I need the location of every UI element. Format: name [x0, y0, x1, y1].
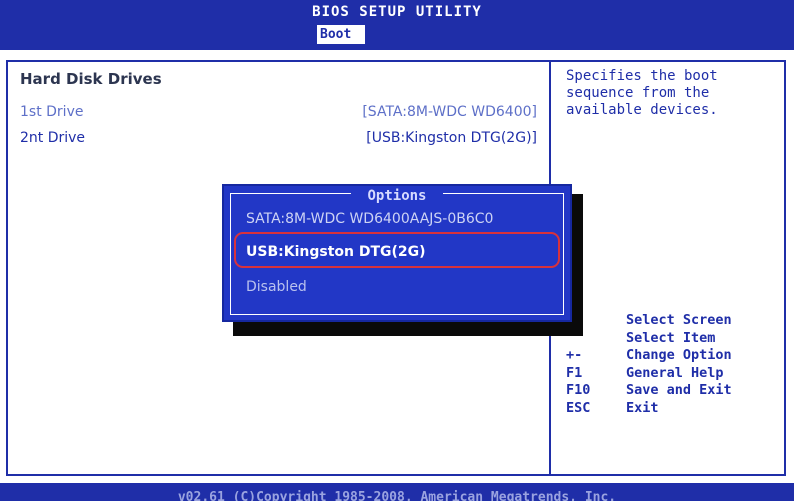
key-description: Select Screen [626, 312, 732, 328]
key-row-general-help: F1 General Help [566, 365, 781, 383]
options-popup-title: Options [224, 185, 570, 204]
help-text: Specifies the boot sequence from the ava… [566, 68, 718, 118]
key-row-exit: ESC Exit [566, 400, 781, 418]
key-legend: Select Screen Select Item +- Change Opti… [566, 312, 781, 417]
key-row-select-item: Select Item [566, 330, 781, 348]
key-description: Save and Exit [626, 382, 732, 398]
key-description: Exit [626, 399, 659, 416]
options-title-text: Options [351, 188, 443, 204]
second-drive-value[interactable]: [USB:Kingston DTG(2G)] [366, 130, 537, 146]
key-label: F1 [566, 364, 583, 381]
title-bar: BIOS SETUP UTILITY Boot [0, 0, 794, 50]
key-label: +- [566, 347, 583, 363]
key-label: ESC [566, 399, 591, 416]
key-row-save-exit: F10 Save and Exit [566, 382, 781, 400]
copyright-footer: v02.61 (C)Copyright 1985-2008, American … [0, 483, 794, 501]
second-drive-label[interactable]: 2nt Drive [20, 130, 85, 146]
key-label: F10 [566, 382, 591, 398]
key-description: General Help [626, 364, 724, 381]
utility-title: BIOS SETUP UTILITY [312, 4, 482, 20]
option-usb-kingston[interactable]: USB:Kingston DTG(2G) [246, 244, 426, 260]
key-description: Select Item [626, 329, 716, 346]
tab-boot[interactable]: Boot [317, 25, 365, 44]
bios-screen: BIOS SETUP UTILITY Boot Hard Disk Drives… [0, 0, 794, 501]
option-sata-drive[interactable]: SATA:8M-WDC WD6400AAJS-0B6C0 [246, 211, 493, 227]
first-drive-label[interactable]: 1st Drive [20, 104, 83, 120]
options-popup: Options SATA:8M-WDC WD6400AAJS-0B6C0 USB… [222, 184, 572, 322]
key-row-change-option: +- Change Option [566, 347, 781, 365]
option-disabled[interactable]: Disabled [246, 279, 307, 295]
first-drive-value[interactable]: [SATA:8M-WDC WD6400] [362, 104, 537, 120]
key-description: Change Option [626, 347, 732, 363]
section-title: Hard Disk Drives [20, 70, 162, 88]
key-row-select-screen: Select Screen [566, 312, 781, 330]
